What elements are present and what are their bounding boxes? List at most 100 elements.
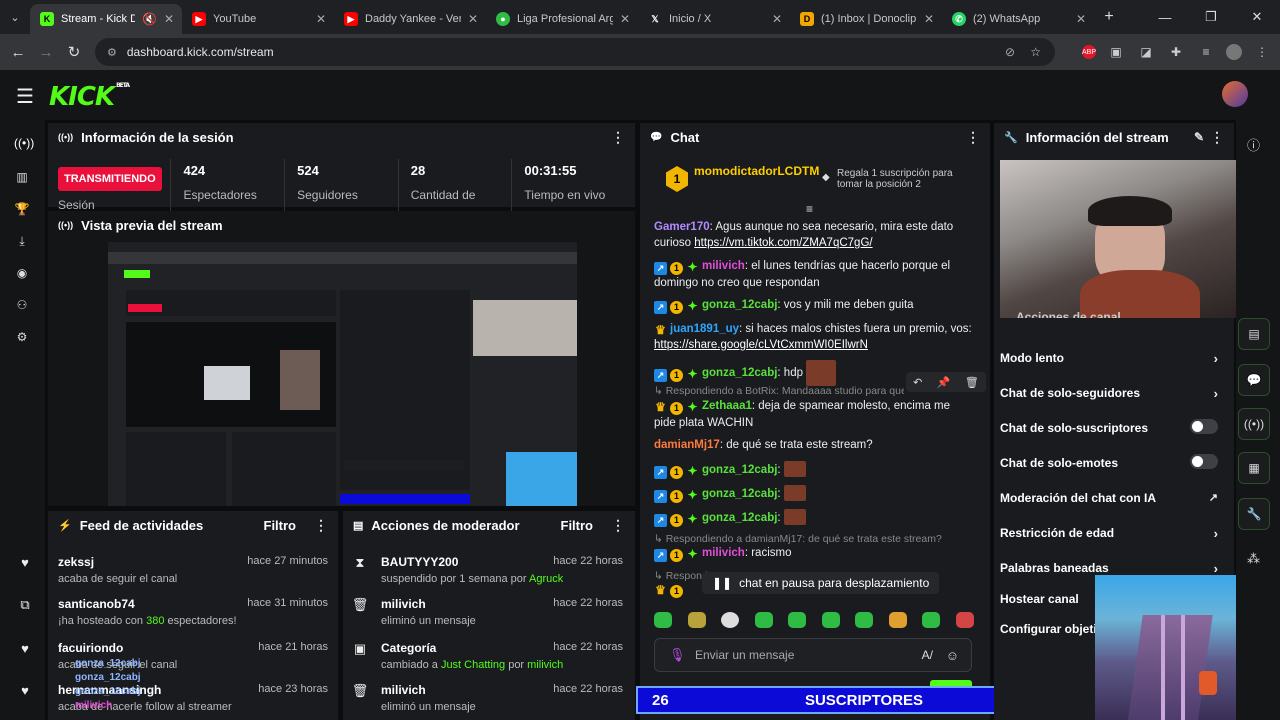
reload-icon[interactable]: ↻ [60, 43, 88, 61]
gift-prompt[interactable]: Regala 1 suscripción para tomar la posic… [837, 168, 977, 190]
profile-icon[interactable] [1226, 44, 1242, 60]
tab-whatsapp[interactable]: ✆ (2) WhatsApp ✕ [942, 4, 1094, 34]
tab-donoclip[interactable]: D (1) Inbox | Donoclip ✕ [790, 4, 942, 34]
chat-input[interactable]: 🎙 Enviar un mensaje A/ ☺ [654, 638, 972, 672]
extension-icon[interactable]: ▣ [1106, 42, 1126, 62]
more-options-icon[interactable]: ⋮ [314, 517, 328, 534]
more-options-icon[interactable]: ⋮ [966, 129, 980, 146]
chat-username[interactable]: milivich [702, 260, 745, 272]
site-info-icon[interactable]: ⚙ [107, 46, 117, 59]
chat-username[interactable]: gonza_12cabj [702, 299, 777, 311]
tab-x[interactable]: 𝕏 Inicio / X ✕ [638, 4, 790, 34]
chat-username[interactable]: Gamer170 [654, 221, 710, 233]
more-options-icon[interactable]: ⋮ [611, 129, 625, 146]
chat-username[interactable]: gonza_12cabj [702, 512, 777, 524]
back-icon[interactable]: ← [4, 44, 32, 61]
bookmark-star-icon[interactable]: ☆ [1030, 45, 1041, 59]
emote-icon[interactable] [855, 612, 874, 628]
media-icon[interactable]: ≡ [1196, 42, 1216, 62]
chat-username[interactable]: juan1891_uy [670, 323, 739, 335]
analytics-icon[interactable]: ▥ [14, 170, 30, 186]
broadcast-icon[interactable]: ((•)) [1238, 408, 1270, 440]
more-options-icon[interactable]: ⋮ [611, 517, 625, 534]
pinned-gifter[interactable]: 1 momodictadorLCDTM ◆ Regala 1 suscripci… [654, 158, 980, 200]
chat-username[interactable]: gonza_12cabj [702, 464, 777, 476]
close-tab-icon[interactable]: ✕ [620, 12, 630, 26]
trophy-icon[interactable]: 🏆 [14, 202, 30, 218]
camera-icon[interactable]: ◉ [14, 266, 30, 282]
stream-icon[interactable]: ((•)) [14, 136, 34, 152]
close-tab-icon[interactable]: ✕ [164, 12, 174, 26]
emote-icon[interactable] [821, 612, 840, 628]
mute-icon[interactable]: 🔇 [142, 12, 157, 26]
emote-icon[interactable] [922, 612, 941, 628]
wrench-icon[interactable]: 🔧 [1238, 498, 1270, 530]
setting-banned-words[interactable]: Palabras baneadas › [1000, 561, 1218, 576]
setting-followers-only[interactable]: Chat de solo-seguidores › [1000, 386, 1218, 401]
emotes-only-toggle[interactable] [1190, 454, 1218, 469]
chat-username[interactable]: milivich [702, 547, 745, 559]
filter-button[interactable]: Filtro [561, 518, 594, 533]
forward-icon[interactable]: → [32, 44, 60, 61]
restore-icon[interactable]: ❐ [1188, 0, 1234, 34]
chat-username[interactable]: Zethaaa1 [702, 400, 752, 412]
emote-icon[interactable] [888, 612, 907, 628]
setting-age-restriction[interactable]: Restricción de edad › [1000, 526, 1218, 541]
emote-icon[interactable] [687, 612, 706, 628]
chat-bubble-icon[interactable]: 💬 [1238, 364, 1270, 396]
user-avatar[interactable] [1222, 81, 1248, 107]
edit-icon[interactable]: ✎ [1194, 130, 1204, 144]
close-tab-icon[interactable]: ✕ [468, 12, 478, 26]
reply-icon[interactable]: ↶ [913, 376, 922, 389]
setting-slow-mode[interactable]: Modo lento › [1000, 351, 1218, 366]
community-icon[interactable]: ⚇ [14, 298, 30, 314]
tab-liga[interactable]: ● Liga Profesional Argen ✕ [486, 4, 638, 34]
upload-icon[interactable]: ⤓ [14, 234, 30, 250]
subscribers-only-toggle[interactable] [1190, 419, 1218, 434]
pin-icon[interactable]: 📌 [937, 376, 951, 389]
emote-icon[interactable] [955, 612, 974, 628]
media-share-icon[interactable]: ▦ [1238, 452, 1270, 484]
address-bar[interactable]: ⚙ dashboard.kick.com/stream ⊘ ☆ [95, 38, 1055, 66]
emote-icon[interactable] [788, 612, 807, 628]
tab-search-icon[interactable]: ⌄ [0, 11, 30, 24]
close-tab-icon[interactable]: ✕ [1076, 12, 1086, 26]
settings-icon[interactable]: ⚙ [14, 330, 30, 346]
chat-username[interactable]: damianMj17 [654, 439, 720, 451]
close-window-icon[interactable]: ✕ [1234, 0, 1280, 34]
new-tab-icon[interactable]: + [1094, 8, 1124, 26]
notes-icon[interactable]: ▤ [1238, 318, 1270, 350]
delete-icon[interactable]: 🗑 [965, 376, 979, 389]
tab-daddy-yankee[interactable]: ▶ Daddy Yankee - Ven C ✕ [334, 4, 486, 34]
emote-icon[interactable] [654, 612, 672, 628]
chat-link[interactable]: https://share.google/cLVtCxmmWI0EIlwrN [654, 339, 868, 351]
chat-link[interactable]: https://vm.tiktok.com/ZMA7qC7gG/ [694, 237, 872, 249]
kick-logo[interactable]: KICK BETA [49, 82, 130, 112]
connections-icon[interactable]: ⁂ [1247, 551, 1260, 567]
filter-button[interactable]: Filtro [264, 518, 297, 533]
moderator-name[interactable]: Agruck [529, 573, 563, 585]
close-tab-icon[interactable]: ✕ [316, 12, 326, 26]
setting-ai-moderation[interactable]: Moderación del chat con IA ↗ [1000, 491, 1218, 505]
no-camera-icon[interactable]: ⊘ [1005, 45, 1015, 59]
chat-username[interactable]: gonza_12cabj [702, 488, 777, 500]
category-name[interactable]: Just Chatting [441, 659, 505, 671]
translate-icon[interactable]: A/ [922, 648, 933, 662]
chat-paused-banner[interactable]: ❚❚ chat en pausa para desplazamiento [702, 572, 940, 594]
more-options-icon[interactable]: ⋮ [1210, 129, 1224, 146]
puzzle-icon[interactable]: ✚ [1166, 42, 1186, 62]
info-icon[interactable]: ⓘ [1247, 135, 1260, 154]
emote-icon[interactable] [721, 612, 740, 628]
close-tab-icon[interactable]: ✕ [924, 12, 934, 26]
collapse-icon[interactable]: ≡ [806, 202, 813, 216]
menu-hamburger-icon[interactable]: ☰ [16, 84, 34, 109]
chat-username[interactable]: gonza_12cabj [702, 367, 777, 379]
stream-preview-video[interactable] [108, 242, 577, 506]
tab-kick[interactable]: K Stream - Kick Dash 🔇 ✕ [30, 4, 182, 34]
close-tab-icon[interactable]: ✕ [772, 12, 782, 26]
emoji-icon[interactable]: ☺ [946, 648, 959, 663]
pinned-username[interactable]: momodictadorLCDTM [694, 164, 819, 178]
minimize-icon[interactable]: — [1142, 0, 1188, 34]
adblock-icon[interactable]: ABP [1082, 45, 1096, 59]
moderator-name[interactable]: milivich [527, 659, 563, 671]
